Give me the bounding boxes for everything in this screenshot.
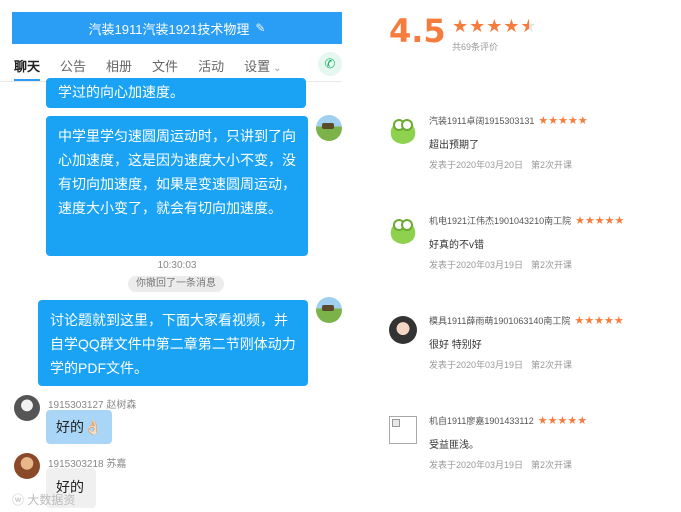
message-bubble: 中学里学匀速圆周运动时，只讲到了向心加速度，这是因为速度大小不变，没有切向加速度… [46,116,308,256]
star-rating-icon: ★★★★★ [574,315,624,327]
avatar[interactable] [389,316,417,344]
recall-notice: 你撤回了一条消息 [128,276,224,292]
avatar[interactable] [316,297,342,323]
review-date: 发表于2020年03月19日 [429,260,524,270]
avatar[interactable] [389,216,417,244]
tab-activity[interactable]: 活动 [198,56,224,75]
review-round: 第2次开课 [531,460,573,470]
sender-name: 1915303127 赵树森 [48,400,137,411]
message-timestamp: 10:30:03 [157,260,197,271]
watermark: ⓦ 大数据资 [12,493,76,507]
reviewer-name: 机电1921江伟杰1901043210南工院 ★★★★★ [429,214,624,227]
reviewer-name-text: 机电1921江伟杰1901043210南工院 [429,216,572,226]
broken-image-icon[interactable] [389,416,417,444]
phone-call-icon[interactable]: ✆ [318,52,342,76]
group-title-bar: 汽装1911汽装1921技术物理 ✎ [12,12,342,44]
star-rating-icon: ★★★★★ [537,415,588,427]
review-round: 第2次开课 [531,360,573,370]
review-meta: 发表于2020年03月19日 第2次开课 [429,258,572,271]
review-text: 超出预期了 [429,140,479,151]
reviewer-name-text: 汽装1911卓阔1915303131 [429,116,535,126]
tab-files[interactable]: 文件 [152,56,178,75]
avatar[interactable] [316,115,342,141]
review-text: 好真的不v错 [429,240,484,251]
reviewer-name: 汽装1911卓阔1915303131 ★★★★★ [429,114,588,127]
avatar[interactable] [14,453,40,479]
tab-settings[interactable]: 设置 ⌄ [244,56,281,75]
chevron-down-icon: ⌄ [273,63,282,74]
reviewer-name-text: 模具1911薛雨萌1901063140南工院 [429,316,571,326]
review-round: 第2次开课 [531,260,573,270]
review-text: 受益匪浅。 [429,440,479,451]
review-item: 机自1911廖嘉1901433112 ★★★★★ 受益匪浅。 发表于2020年03… [389,412,679,502]
tab-album[interactable]: 相册 [106,56,132,75]
star-rating-icon: ★★★★★ [538,115,588,127]
message-bubble: 好的👌🏻 [46,410,112,444]
review-item: 模具1911薛雨萌1901063140南工院 ★★★★★ 很好 特别好 发表于20… [389,312,679,402]
review-meta: 发表于2020年03月20日 第2次开课 [429,158,572,171]
chat-panel: 汽装1911汽装1921技术物理 ✎ 聊天 公告 相册 文件 活动 设置 ⌄ ✆ … [0,0,342,512]
avatar[interactable] [14,395,40,421]
review-date: 发表于2020年03月20日 [429,160,524,170]
review-count: 共69条评价 [452,42,499,52]
tab-notice[interactable]: 公告 [60,56,86,75]
reviewer-name: 机自1911廖嘉1901433112 ★★★★★ [429,414,587,427]
review-date: 发表于2020年03月19日 [429,360,524,370]
tab-settings-label: 设置 [244,59,271,74]
star-rating-icon: ★★★★★ [575,215,625,227]
rating-stars: ★★★★★ [452,16,538,37]
edit-icon[interactable]: ✎ [255,21,265,35]
message-bubble-partial: 学过的向心加速度。 [46,78,306,108]
group-title: 汽装1911汽装1921技术物理 [88,21,250,37]
review-meta: 发表于2020年03月19日 第2次开课 [429,458,572,471]
half-star-icon: ★ [521,16,538,37]
review-date: 发表于2020年03月19日 [429,460,524,470]
reviewer-name-text: 机自1911廖嘉1901433112 [429,416,534,426]
avatar[interactable] [389,116,417,144]
watermark-text: 大数据资 [27,493,76,507]
review-meta: 发表于2020年03月19日 第2次开课 [429,358,572,371]
message-bubble: 讨论题就到这里，下面大家看视频，并自学QQ群文件中第二章第二节刚体动力学的PDF… [38,300,308,386]
reviewer-name: 模具1911薛雨萌1901063140南工院 ★★★★★ [429,314,624,327]
review-text: 很好 特别好 [429,340,482,351]
rating-score: 4.5 [389,12,446,50]
review-round: 第2次开课 [531,160,573,170]
review-item: 汽装1911卓阔1915303131 ★★★★★ 超出预期了 发表于2020年03… [389,112,679,202]
review-item: 机电1921江伟杰1901043210南工院 ★★★★★ 好真的不v错 发表于20… [389,212,679,302]
tab-chat[interactable]: 聊天 [14,56,41,81]
